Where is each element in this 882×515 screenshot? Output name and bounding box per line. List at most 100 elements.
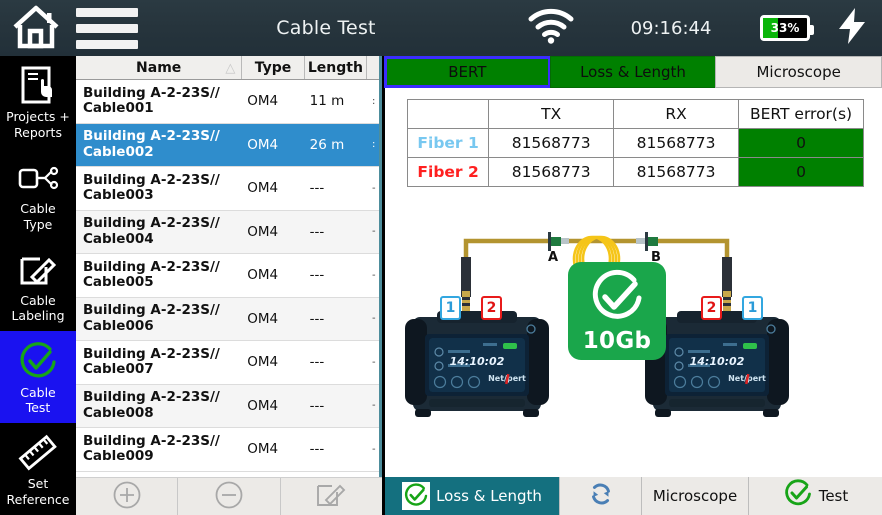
table-row[interactable]: Building A-2-23S//Cable004 OM4 --- -	[76, 210, 379, 254]
test-setup-diagram: A B 14:10:02 14:10:02 1 2 2 1 10Gb	[385, 219, 882, 429]
connector-a-body	[551, 237, 561, 246]
charging-indicator	[824, 6, 880, 50]
cell-type: OM4	[247, 180, 279, 197]
home-button[interactable]	[0, 0, 72, 56]
tab-label: Microscope	[756, 63, 841, 81]
cell-name: Building A-2-23S//Cable001	[83, 84, 220, 117]
check-circle-icon	[588, 269, 646, 327]
cable-table-body[interactable]: Building A-2-23S//Cable001 OM4 11 m: Buildi…	[76, 80, 379, 515]
cell-name: Building A-2-23S//Cable004	[83, 215, 220, 247]
page-title: Cable Test	[276, 17, 376, 39]
left-sidebar-nav: Projects + Reports Cable Type Cable Labe…	[0, 56, 76, 515]
cell-length: ---	[309, 267, 325, 284]
cell-type: OM4	[247, 310, 279, 327]
cell-name: Building A-2-23S//Cable008	[83, 389, 220, 421]
cell-name: Building A-2-23S//Cable007	[83, 345, 220, 378]
edit-pencil-icon	[315, 480, 347, 514]
cell-type: OM4	[247, 136, 279, 153]
tab-label: BERT	[448, 63, 487, 81]
sidebar-item-cable-labeling[interactable]: Cable Labeling	[0, 240, 76, 332]
cable-labeling-icon	[18, 248, 58, 292]
sidebar-item-label: Reports	[14, 124, 62, 140]
remove-cable-button[interactable]	[178, 478, 281, 515]
column-header-length[interactable]: Length	[304, 56, 368, 79]
sidebar-item-set-reference[interactable]: Set Reference	[0, 423, 76, 515]
sidebar-item-cable-test[interactable]: Cable Test	[0, 331, 76, 424]
home-icon	[12, 3, 60, 53]
right-tester-device: 14:10:02 Net/pert	[645, 311, 789, 417]
bert-results-section: TX RX BERT error(s) Fiber 1 81568773 815…	[385, 88, 882, 187]
cell-extra: :	[372, 95, 376, 107]
add-cable-button[interactable]	[76, 478, 179, 515]
cable-list-toolbar	[76, 477, 382, 515]
table-header-row: TX RX BERT error(s)	[406, 99, 864, 129]
column-header-label: Name	[136, 59, 182, 76]
tab-label: Loss & Length	[580, 63, 686, 81]
cell-length: 11 m	[309, 93, 345, 110]
check-circle-icon	[783, 479, 813, 513]
connector-a-label: A	[548, 250, 558, 265]
cable-table-header: Name △ Type Length	[76, 56, 379, 80]
cell-extra: -	[372, 269, 376, 281]
table-row[interactable]: Building A-2-23S//Cable003 OM4 --- -	[76, 167, 379, 211]
cell-type: OM4	[247, 441, 279, 458]
cell-length: ---	[309, 180, 325, 197]
column-header-name[interactable]: Name △	[76, 56, 243, 79]
left-tester-device: 14:10:02 Net/pert	[405, 311, 549, 417]
connector-b-body	[648, 237, 658, 246]
check-circle-icon	[17, 340, 59, 384]
sidebar-item-label: Cable	[20, 384, 56, 400]
cable-list-panel: Name △ Type Length Building A-2-23S//Cab…	[76, 56, 382, 515]
minus-circle-icon	[214, 480, 244, 514]
cell-length: 26 m	[309, 136, 345, 153]
test-button[interactable]: Test	[749, 477, 882, 515]
cell-length: ---	[309, 223, 325, 240]
bert-error-value: 0	[738, 157, 864, 187]
table-row[interactable]: Building A-2-23S//Cable009 OM4 --- -	[76, 428, 379, 472]
sync-button[interactable]	[560, 477, 642, 515]
bert-tx-value: 81568773	[488, 157, 615, 187]
sidebar-item-cable-type[interactable]: Cable Type	[0, 148, 76, 240]
table-row[interactable]: Building A-2-23S//Cable002 OM4 26 m:	[76, 123, 379, 167]
cable-type-icon	[17, 156, 59, 200]
table-row[interactable]: Building A-2-23S//Cable005 OM4 --- -	[76, 254, 379, 298]
button-label: Test	[818, 487, 849, 505]
cell-extra: -	[372, 356, 376, 368]
edit-cable-button[interactable]	[281, 478, 382, 515]
cell-name: Building A-2-23S//Cable002	[83, 128, 220, 160]
left-plug	[461, 257, 471, 319]
tab-loss-and-length[interactable]: Loss & Length	[549, 56, 717, 88]
top-status-bar: Cable Test 09:16:44 33%	[0, 0, 882, 56]
bert-rx-value: 81568773	[613, 157, 740, 187]
cell-name: Building A-2-23S//Cable005	[83, 258, 220, 291]
column-header-extra[interactable]	[367, 56, 379, 79]
wifi-status-button[interactable]	[506, 8, 596, 48]
tab-bert[interactable]: BERT	[384, 56, 551, 88]
column-header-type[interactable]: Type	[242, 56, 305, 79]
test-result-label: 10Gb	[582, 327, 652, 354]
lightning-bolt-icon	[835, 6, 869, 50]
column-header-label: Type	[254, 59, 292, 76]
sidebar-item-label: Projects +	[6, 109, 70, 125]
hamburger-menu-button[interactable]	[72, 0, 146, 56]
microscope-button[interactable]: Microscope	[642, 477, 749, 515]
sidebar-item-label: Cable	[20, 200, 56, 216]
loss-and-length-button[interactable]: Loss & Length	[385, 477, 560, 515]
table-row[interactable]: Building A-2-23S//Cable008 OM4 --- -	[76, 384, 379, 428]
cell-type: OM4	[247, 354, 279, 371]
table-row: Fiber 1 81568773 81568773 0	[406, 128, 864, 158]
test-result-badge: 10Gb	[568, 262, 666, 360]
bert-header-errors: BERT error(s)	[738, 99, 864, 129]
table-row[interactable]: Building A-2-23S//Cable007 OM4 --- -	[76, 341, 379, 385]
sidebar-item-projects-reports[interactable]: Projects + Reports	[0, 56, 76, 148]
cell-extra: -	[372, 313, 376, 325]
cell-type: OM4	[247, 93, 279, 110]
cell-type: OM4	[247, 223, 279, 240]
table-row[interactable]: Building A-2-23S//Cable006 OM4 --- -	[76, 297, 379, 341]
right-device-port-2-badge: 2	[701, 296, 722, 320]
table-row[interactable]: Building A-2-23S//Cable001 OM4 11 m:	[76, 80, 379, 124]
cell-extra: -	[372, 226, 376, 238]
right-device-screen-time: 14:10:02	[690, 355, 745, 368]
right-plug	[722, 257, 732, 319]
tab-microscope[interactable]: Microscope	[715, 56, 882, 88]
